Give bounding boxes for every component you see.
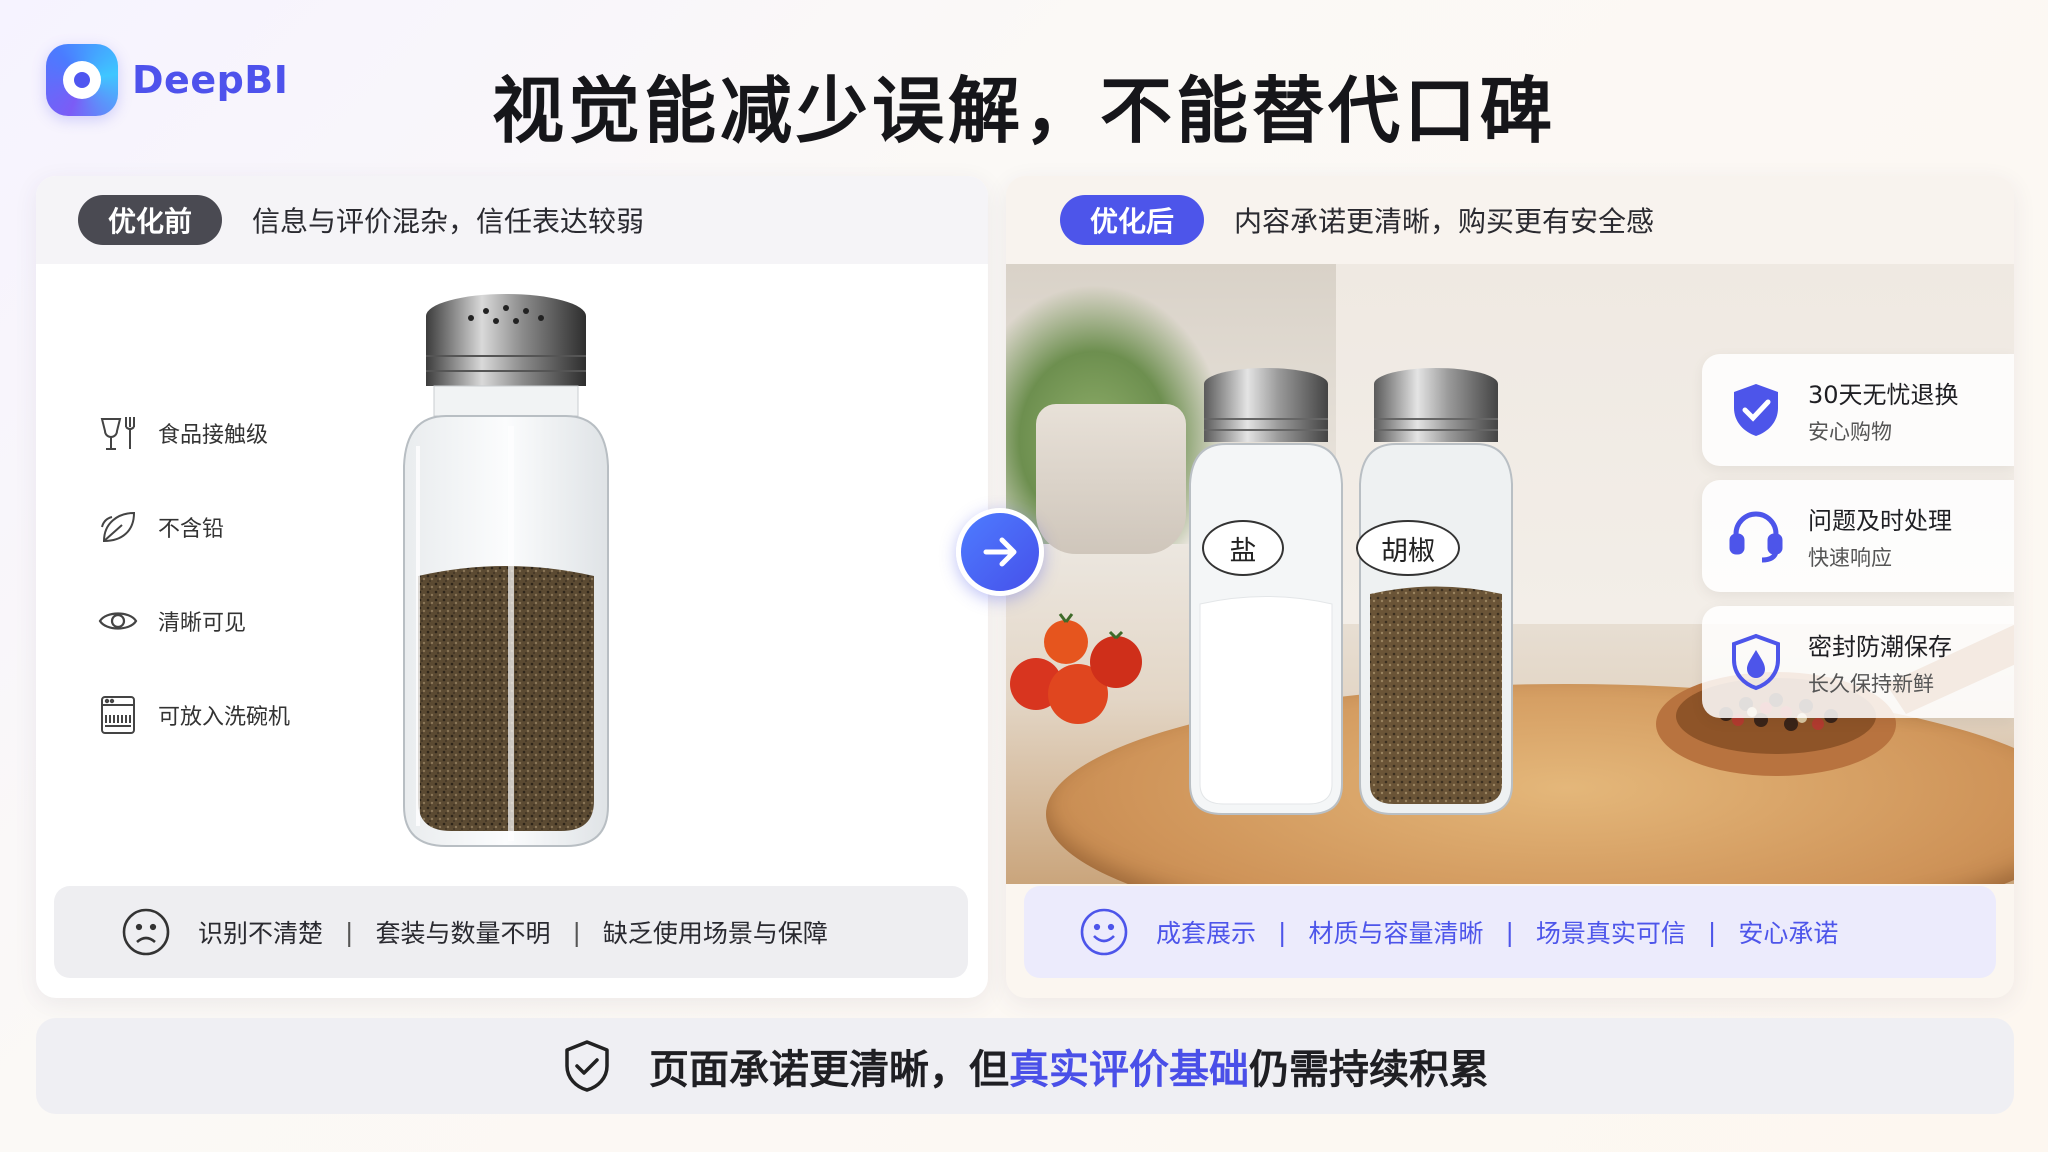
pepper-label: 胡椒 bbox=[1356, 520, 1460, 576]
guarantee-badges: 30天无忧退换 安心购物 问题及时处理 快速响应 密封防潮保存 长久保持新鲜 bbox=[1702, 354, 2014, 732]
separator: | bbox=[1707, 917, 1717, 947]
separator: | bbox=[572, 917, 581, 947]
feature-list: 食品接触级 不含铅 清晰可见 可放入洗碗机 bbox=[96, 386, 290, 762]
dishwasher-icon bbox=[101, 696, 135, 734]
salt-pepper-jars-image bbox=[1189, 368, 1513, 815]
issue-item: 缺乏使用场景与保障 bbox=[602, 919, 828, 948]
spice-jar-image bbox=[403, 294, 609, 847]
separator: | bbox=[1505, 917, 1514, 947]
feature-label: 清晰可见 bbox=[158, 611, 247, 636]
before-panel-header: 优化前 信息与评价混杂，信任表达较弱 bbox=[36, 176, 988, 264]
badge-sub: 长久保持新鲜 bbox=[1808, 671, 1934, 696]
before-issues-bar: 识别不清楚 | 套装与数量不明 | 缺乏使用场景与保障 bbox=[54, 886, 968, 978]
benefit-item: 成套展示 bbox=[1156, 919, 1257, 948]
eye-icon bbox=[98, 612, 138, 630]
badge-title: 30天无忧退换 bbox=[1808, 380, 1959, 409]
smile-face-icon bbox=[1080, 908, 1128, 956]
benefit-item: 场景真实可信 bbox=[1535, 919, 1686, 948]
separator: | bbox=[1278, 917, 1287, 947]
compare-arrow bbox=[956, 508, 1044, 596]
feature-item: 食品接触级 bbox=[96, 386, 290, 480]
feature-item: 清晰可见 bbox=[96, 574, 290, 668]
badge-title: 密封防潮保存 bbox=[1808, 632, 1952, 661]
footer-text-after: 仍需持续积累 bbox=[1249, 1047, 1489, 1093]
feature-label: 食品接触级 bbox=[158, 423, 269, 448]
after-panel: 优化后 内容承诺更清晰，购买更有安全感 盐 胡椒 30天无忧退换 安心购物 问题… bbox=[1006, 176, 2014, 998]
before-panel: 优化前 信息与评价混杂，信任表达较弱 食品接触级 不含铅 清晰可见 可放入洗碗机… bbox=[36, 176, 988, 998]
after-benefits-bar: 成套展示 | 材质与容量清晰 | 场景真实可信 | 安心承诺 bbox=[1024, 886, 1996, 978]
before-header-text: 信息与评价混杂，信任表达较弱 bbox=[252, 205, 645, 238]
issue-item: 套装与数量不明 bbox=[375, 919, 551, 948]
after-header-text: 内容承诺更清晰，购买更有安全感 bbox=[1234, 205, 1655, 238]
guarantee-badge: 密封防潮保存 长久保持新鲜 bbox=[1702, 606, 2014, 718]
plant-pot bbox=[1036, 404, 1186, 554]
badge-sub: 安心购物 bbox=[1808, 419, 1892, 444]
page-title: 视觉能减少误解，不能替代口碑 bbox=[491, 69, 1556, 153]
salt-label: 盐 bbox=[1202, 520, 1284, 576]
tomatoes-icon bbox=[1010, 613, 1142, 724]
shield-check-icon bbox=[1734, 384, 1778, 436]
feature-item: 不含铅 bbox=[96, 480, 290, 574]
footer-highlight: 真实评价基础 bbox=[1009, 1047, 1249, 1093]
after-panel-header: 优化后 内容承诺更清晰，购买更有安全感 bbox=[1006, 176, 2014, 264]
footer-text-before: 页面承诺更清晰，但 bbox=[649, 1047, 1009, 1093]
shield-check-outline-icon bbox=[565, 1040, 609, 1092]
badge-title: 问题及时处理 bbox=[1808, 506, 1952, 535]
after-pill: 优化后 bbox=[1060, 195, 1205, 245]
badge-sub: 快速响应 bbox=[1808, 545, 1892, 570]
issue-item: 识别不清楚 bbox=[198, 919, 324, 948]
headset-icon bbox=[1729, 511, 1783, 563]
sad-face-icon bbox=[122, 908, 170, 956]
food-grade-icon bbox=[100, 417, 135, 450]
separator: | bbox=[345, 917, 354, 947]
product-scene-image: 盐 胡椒 30天无忧退换 安心购物 问题及时处理 快速响应 密封防潮保存 长久保… bbox=[1006, 264, 2014, 884]
before-pill: 优化前 bbox=[78, 195, 223, 245]
conclusion-banner: 页面承诺更清晰，但 真实评价基础 仍需持续积累 bbox=[36, 1018, 2014, 1114]
leaf-icon bbox=[101, 511, 136, 543]
feature-item: 可放入洗碗机 bbox=[96, 668, 290, 762]
feature-label: 不含铅 bbox=[158, 517, 225, 542]
feature-label: 可放入洗碗机 bbox=[158, 705, 291, 730]
guarantee-badge: 问题及时处理 快速响应 bbox=[1702, 480, 2014, 592]
arrow-right-icon bbox=[983, 537, 1017, 567]
benefit-item: 材质与容量清晰 bbox=[1308, 919, 1484, 948]
drop-shield-icon bbox=[1732, 633, 1780, 691]
guarantee-badge: 30天无忧退换 安心购物 bbox=[1702, 354, 2014, 466]
benefit-item: 安心承诺 bbox=[1738, 919, 1839, 948]
